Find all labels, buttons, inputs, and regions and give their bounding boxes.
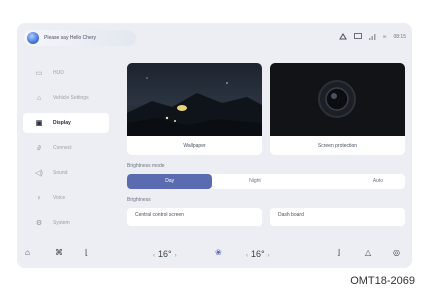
screen-protection-label: Screen protection [317,142,358,149]
sidebar-item-label: Voice [53,195,66,201]
sidebar-item-sound[interactable]: ◁) Sound [23,163,109,183]
sidebar-item-label: Display [53,120,71,126]
right-temperature: 16° [251,249,265,259]
display-settings-panel: Wallpaper Screen protection Brightness m… [127,63,405,226]
screen-protection-card[interactable]: Screen protection [270,63,405,155]
figure-code: OMT18-2069 [350,275,415,287]
car-icon: ⌂ [36,94,42,102]
brightness-mode-auto[interactable]: Auto [298,174,405,189]
sidebar-item-label: HUD [53,70,64,76]
status-bar: ∞ 08:15 [339,33,406,40]
user-profile-icon[interactable] [339,33,347,40]
home-icon[interactable]: ⌂ [25,248,30,257]
sidebar-item-connect[interactable]: ∂ Connect [23,138,109,158]
brightness-title: Brightness [127,197,151,203]
apps-icon[interactable]: ⌘ [55,248,63,257]
hazard-icon[interactable]: △ [365,248,371,257]
dashboard-label: Dash board [278,212,304,218]
signal-icon [368,33,376,40]
left-temp-down-icon[interactable]: ‹ [153,253,155,259]
hud-icon: ▭ [35,70,43,77]
gear-icon: ⚙ [35,220,43,227]
voice-assistant-bar[interactable]: Please say Hello Chery [24,30,136,46]
brightness-mode-title: Brightness mode [127,163,165,169]
settings-sidebar: ▭ HUD ⌂ Vehicle Settings ▣ Display ∂ Con… [17,63,115,238]
passenger-seat-icon[interactable]: ⌋ [337,248,340,257]
brightness-mode-night[interactable]: Night [212,174,297,189]
top-bar: Please say Hello Chery ∞ 08:15 [17,23,412,49]
display-icon: ▣ [35,120,43,127]
sidebar-item-vehicle-settings[interactable]: ⌂ Vehicle Settings [23,88,109,108]
right-temp-down-icon[interactable]: ‹ [246,253,248,259]
link-icon: ∂ [37,144,41,152]
sidebar-item-voice[interactable]: ♀ Voice [23,188,109,208]
dashboard-brightness-slider[interactable]: Dash board [270,208,405,226]
right-temperature-control[interactable]: ‹ 16° › [243,249,273,259]
screen-mirror-icon[interactable] [354,33,362,40]
steering-wheel-icon[interactable]: ◎ [393,248,400,257]
microphone-icon: ♀ [36,194,42,202]
speaker-icon: ◁) [35,170,43,177]
bluetooth-icon: ∞ [382,33,387,40]
sidebar-item-label: Connect [53,145,72,151]
clock: 08:15 [393,33,406,40]
wallpaper-card[interactable]: Wallpaper [127,63,262,155]
sidebar-item-hud[interactable]: ▭ HUD [23,63,109,83]
voice-assistant-icon [27,32,39,44]
sidebar-item-label: Vehicle Settings [53,95,89,101]
sidebar-item-display[interactable]: ▣ Display [23,113,109,133]
central-screen-label: Central control screen [135,212,184,218]
right-temp-up-icon[interactable]: › [268,253,270,259]
brightness-mode-selector: Day Night Auto [127,174,405,189]
infotainment-screen: Please say Hello Chery ∞ 08:15 ▭ HUD ⌂ V… [17,23,412,268]
central-screen-brightness-slider[interactable]: Central control screen [127,208,262,226]
bottom-dock: ⌂ ⌘ ⌊ ‹ 16° › ❀ ‹ 16° › ⌋ △ ◎ [17,242,412,268]
driver-seat-icon[interactable]: ⌊ [85,248,88,257]
left-temperature-control[interactable]: ‹ 16° › [150,249,180,259]
sidebar-item-label: Sound [53,170,68,176]
wallpaper-thumbnail [127,63,262,136]
wallpaper-label: Wallpaper [183,142,206,149]
sidebar-item-label: System [53,220,70,226]
screen-protection-thumbnail [270,63,405,136]
voice-prompt: Please say Hello Chery [44,35,96,41]
sidebar-item-system[interactable]: ⚙ System [23,213,109,233]
left-temp-up-icon[interactable]: › [175,253,177,259]
fan-icon[interactable]: ❀ [215,248,222,257]
left-temperature: 16° [158,249,172,259]
brightness-mode-day[interactable]: Day [127,174,213,189]
